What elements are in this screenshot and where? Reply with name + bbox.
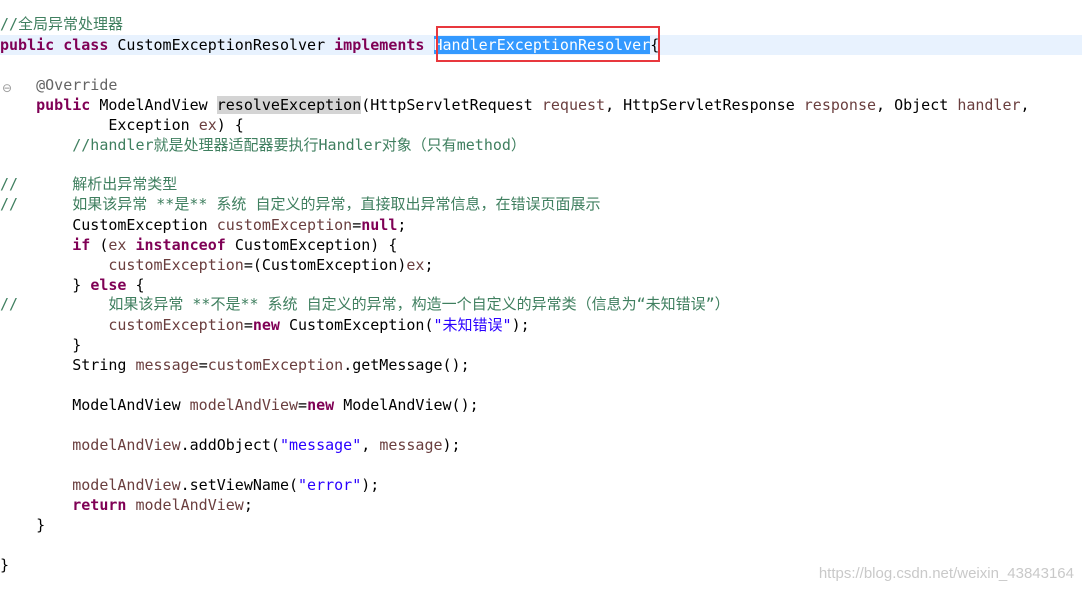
parameter: request bbox=[541, 96, 606, 114]
variable: customException bbox=[108, 316, 244, 334]
code-text: ( bbox=[90, 236, 109, 254]
variable: ex bbox=[108, 236, 127, 254]
code-text: Exception bbox=[108, 116, 190, 134]
code-text: ); bbox=[442, 436, 461, 454]
type-name: String bbox=[72, 356, 127, 374]
variable: modelAndView bbox=[189, 396, 299, 414]
code-text: = bbox=[352, 216, 362, 234]
code-text: ModelAndView(); bbox=[343, 396, 479, 414]
code-text: (HttpServletRequest bbox=[361, 96, 533, 114]
code-text: { bbox=[135, 276, 145, 294]
keyword: public bbox=[0, 36, 55, 54]
code-line-6: //handler就是处理器适配器要执行Handler对象（只有method） bbox=[0, 135, 1082, 155]
highlight-annotation-box bbox=[436, 26, 660, 62]
code-text: , HttpServletResponse bbox=[605, 96, 795, 114]
string-literal: "error" bbox=[298, 476, 362, 494]
code-text: } bbox=[72, 276, 82, 294]
code-editor[interactable]: //全局异常处理器 public class CustomExceptionRe… bbox=[0, 0, 1082, 591]
keyword: else bbox=[90, 276, 127, 294]
keyword: class bbox=[63, 36, 109, 54]
code-text: ); bbox=[361, 476, 380, 494]
code-line-3: @Override bbox=[0, 75, 1082, 95]
keyword: instanceof bbox=[135, 236, 226, 254]
keyword: null bbox=[361, 216, 398, 234]
comment-slashes: // bbox=[0, 195, 19, 213]
code-text: , Object bbox=[876, 96, 949, 114]
code-text: } bbox=[0, 556, 10, 574]
code-text: .setViewName( bbox=[180, 476, 299, 494]
annotation: @Override bbox=[36, 76, 118, 94]
code-line-14: customException=new CustomException("未知错… bbox=[0, 315, 1082, 335]
code-text: ; bbox=[424, 256, 434, 274]
code-line-16: String message=customException.getMessag… bbox=[0, 355, 1082, 375]
code-text: = bbox=[198, 356, 208, 374]
variable: message bbox=[379, 436, 443, 454]
code-text: .addObject( bbox=[180, 436, 280, 454]
comment-slashes: // bbox=[0, 295, 19, 313]
parameter: handler bbox=[957, 96, 1021, 114]
variable: customException bbox=[216, 216, 353, 234]
code-text: ; bbox=[243, 496, 253, 514]
variable: customException bbox=[207, 356, 344, 374]
code-line-8: // 如果该异常 **是** 系统 自定义的异常，直接取出异常信息，在错误页面展… bbox=[0, 194, 1082, 214]
code-line-5: Exception ex) { bbox=[0, 115, 1082, 135]
code-line-19: modelAndView.setViewName("error"); bbox=[0, 475, 1082, 495]
code-line-11: customException=(CustomException)ex; bbox=[0, 255, 1082, 275]
code-text: = bbox=[298, 396, 308, 414]
comment: 解析出异常类型 bbox=[72, 175, 178, 193]
code-text: ; bbox=[397, 216, 407, 234]
code-line-4: public ModelAndView resolveException(Htt… bbox=[0, 95, 1082, 115]
keyword: return bbox=[72, 496, 127, 514]
keyword: if bbox=[72, 236, 91, 254]
code-text: ); bbox=[511, 316, 530, 334]
code-line-7: // 解析出异常类型 bbox=[0, 174, 1082, 194]
code-text: CustomException) { bbox=[234, 236, 398, 254]
watermark-text: https://blog.csdn.net/weixin_43843164 bbox=[818, 565, 1074, 582]
code-line-20: return modelAndView; bbox=[0, 495, 1082, 515]
variable: customException bbox=[108, 256, 244, 274]
code-text: .getMessage(); bbox=[343, 356, 470, 374]
fold-toggle-icon[interactable]: ⊖ bbox=[2, 81, 12, 95]
comment-slashes: // bbox=[0, 175, 19, 193]
code-text: } bbox=[36, 516, 46, 534]
code-line-17: ModelAndView modelAndView=new ModelAndVi… bbox=[0, 395, 1082, 415]
code-text: ) { bbox=[216, 116, 244, 134]
type-name: CustomException bbox=[72, 216, 208, 234]
code-text: , bbox=[1020, 96, 1030, 114]
code-line-18: modelAndView.addObject("message", messag… bbox=[0, 435, 1082, 455]
keyword: implements bbox=[334, 36, 425, 54]
class-name: CustomExceptionResolver bbox=[117, 36, 326, 54]
variable: ex bbox=[406, 256, 425, 274]
code-line-12: } else { bbox=[0, 275, 1082, 295]
code-text: } bbox=[72, 336, 82, 354]
variable: modelAndView bbox=[72, 436, 181, 454]
code-line-9: CustomException customException=null; bbox=[0, 215, 1082, 235]
comment: //handler就是处理器适配器要执行Handler对象（只有method） bbox=[72, 136, 526, 154]
keyword: public bbox=[36, 96, 91, 114]
parameter: response bbox=[803, 96, 877, 114]
method-name[interactable]: resolveException bbox=[216, 96, 362, 114]
variable: modelAndView bbox=[135, 496, 244, 514]
code-text: , bbox=[361, 436, 380, 454]
code-line-21: } bbox=[0, 515, 1082, 535]
keyword: new bbox=[252, 316, 280, 334]
code-line-13: // 如果该异常 **不是** 系统 自定义的异常，构造一个自定义的异常类（信息… bbox=[0, 294, 1082, 314]
return-type: ModelAndView bbox=[99, 96, 208, 114]
code-text: = bbox=[243, 316, 253, 334]
keyword: new bbox=[307, 396, 335, 414]
code-line-10: if (ex instanceof CustomException) { bbox=[0, 235, 1082, 255]
comment: 如果该异常 **是** 系统 自定义的异常，直接取出异常信息，在错误页面展示 bbox=[72, 195, 601, 213]
string-literal: "未知错误" bbox=[433, 316, 512, 334]
comment: 如果该异常 **不是** 系统 自定义的异常，构造一个自定义的异常类（信息为“未… bbox=[108, 295, 730, 313]
code-line-15: } bbox=[0, 335, 1082, 355]
variable: message bbox=[135, 356, 199, 374]
string-literal: "message" bbox=[279, 436, 362, 454]
code-text: CustomException( bbox=[289, 316, 434, 334]
type-name: ModelAndView bbox=[72, 396, 181, 414]
variable: modelAndView bbox=[72, 476, 181, 494]
code-text: =(CustomException) bbox=[243, 256, 407, 274]
comment: //全局异常处理器 bbox=[0, 15, 124, 33]
parameter: ex bbox=[198, 116, 217, 134]
